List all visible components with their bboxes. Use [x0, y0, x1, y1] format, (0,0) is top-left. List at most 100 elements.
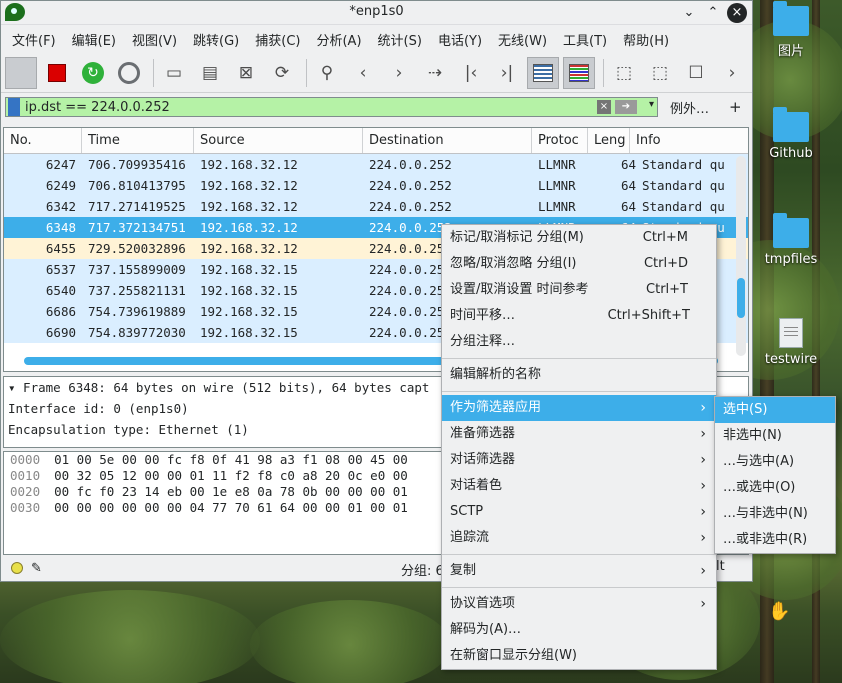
menu-item-prepare-filter[interactable]: 准备筛选器 ›	[442, 421, 716, 447]
submenu-item-selected[interactable]: 选中(S)	[715, 397, 835, 423]
submenu-item-and-selected[interactable]: …与选中(A)	[715, 449, 835, 475]
go-to-packet-button[interactable]: ⇢	[419, 57, 451, 89]
chevron-right-icon: ›	[700, 426, 706, 442]
expert-info-icon[interactable]	[11, 562, 23, 574]
column-time[interactable]: Time	[82, 128, 194, 153]
submenu-item-or-selected[interactable]: …或选中(O)	[715, 475, 835, 501]
menu-tools[interactable]: 工具(T)	[555, 30, 615, 49]
go-forward-button[interactable]: ›	[383, 57, 415, 89]
bytes-offset: 0030	[10, 500, 41, 515]
menu-wireless[interactable]: 无线(W)	[490, 30, 555, 49]
menu-analyze[interactable]: 分析(A)	[308, 30, 369, 49]
window-title: *enp1s0	[349, 4, 404, 19]
zoom-in-button[interactable]: ⬚	[608, 57, 640, 89]
first-packet-button[interactable]: |‹	[455, 57, 487, 89]
packet-list-vscroll[interactable]	[736, 156, 746, 356]
menu-telephony[interactable]: 电话(Y)	[430, 30, 490, 49]
capture-options-button[interactable]	[113, 57, 145, 89]
reload-file-button[interactable]: ⟳	[266, 57, 298, 89]
minimize-icon[interactable]: ⌄	[679, 3, 699, 23]
last-packet-button[interactable]: ›|	[491, 57, 523, 89]
desktop-icon-tmpfiles[interactable]: tmpfiles	[756, 213, 826, 267]
packet-cell-no: 6540	[45, 283, 76, 298]
chevron-right-icon: ›	[700, 452, 706, 468]
chevron-down-icon[interactable]: ▾	[649, 99, 654, 110]
column-destination[interactable]: Destination	[363, 128, 532, 153]
menu-item-packet-comment[interactable]: 分组注释…	[442, 329, 716, 355]
menu-item-show-in-new-window[interactable]: 在新窗口显示分组(W)	[442, 643, 716, 669]
menu-item-protocol-preferences[interactable]: 协议首选项 ›	[442, 591, 716, 617]
packet-cell-time: 706.810413795	[88, 178, 186, 193]
submenu-item-or-not-selected[interactable]: …或非选中(R)	[715, 527, 835, 553]
stop-capture-button[interactable]	[41, 57, 73, 89]
status-profile-text[interactable]: lt	[716, 559, 725, 574]
column-info[interactable]: Info	[630, 128, 740, 153]
menu-item-decode-as[interactable]: 解码为(A)…	[442, 617, 716, 643]
packet-cell-no: 6537	[45, 262, 76, 277]
normal-size-button[interactable]: ☐	[680, 57, 712, 89]
menu-item-conversation-filter[interactable]: 对话筛选器 ›	[442, 447, 716, 473]
desktop-icon-label: tmpfiles	[764, 252, 818, 267]
menu-capture[interactable]: 捕获(C)	[247, 30, 308, 49]
go-back-button[interactable]: ‹	[347, 57, 379, 89]
packet-row[interactable]: 6247 706.709935416 192.168.32.12 224.0.0.25…	[4, 154, 748, 175]
column-no[interactable]: No.	[4, 128, 82, 153]
chevron-right-icon: ›	[728, 62, 736, 83]
bytes-hex[interactable]: 00 32 05 12 00 00 01 11 f2 f8 c0 a8 20 0…	[54, 468, 408, 483]
desktop-icon-testwire[interactable]: testwire	[756, 318, 826, 367]
menu-view[interactable]: 视图(V)	[124, 30, 185, 49]
bytes-hex[interactable]: 01 00 5e 00 00 fc f8 0f 41 98 a3 f1 08 0…	[54, 452, 408, 467]
desktop-icon-github[interactable]: Github	[756, 107, 826, 161]
menu-item-edit-resolved-name[interactable]: 编辑解析的名称	[442, 362, 716, 388]
submenu-item-and-not-selected[interactable]: …与非选中(N)	[715, 501, 835, 527]
menu-go[interactable]: 跳转(G)	[185, 30, 247, 49]
menu-file[interactable]: 文件(F)	[4, 30, 64, 49]
packet-cell-info: Standard qu	[642, 157, 725, 172]
find-packet-button[interactable]: ⚲	[311, 57, 343, 89]
menu-item-copy[interactable]: 复制 ›	[442, 558, 716, 584]
menu-item-colorize-conversation[interactable]: 对话着色 ›	[442, 473, 716, 499]
filter-expression-button[interactable]: 例外…	[670, 98, 709, 117]
menu-help[interactable]: 帮助(H)	[615, 30, 677, 49]
bytes-hex[interactable]: 00 00 00 00 00 00 04 77 70 61 64 00 00 0…	[54, 500, 408, 515]
menu-item-apply-as-filter[interactable]: 作为筛选器应用 ›	[442, 395, 716, 421]
menu-item-follow-stream[interactable]: 追踪流 ›	[442, 525, 716, 551]
toolbar-divider	[306, 58, 307, 87]
column-length[interactable]: Leng	[588, 128, 630, 153]
save-file-button[interactable]: ▤	[194, 57, 226, 89]
column-source[interactable]: Source	[194, 128, 363, 153]
maximize-icon[interactable]: ⌃	[703, 3, 723, 23]
packet-cell-time: 706.709935416	[88, 157, 186, 172]
menu-statistics[interactable]: 统计(S)	[370, 30, 430, 49]
menu-item-ignore-packet[interactable]: 忽略/取消忽略 分组(I) Ctrl+D	[442, 251, 716, 277]
packet-cell-time: 737.255821131	[88, 283, 186, 298]
close-icon[interactable]: ×	[727, 3, 747, 23]
menu-item-mark-packet[interactable]: 标记/取消标记 分组(M) Ctrl+M	[442, 225, 716, 251]
submenu-item-not-selected[interactable]: 非选中(N)	[715, 423, 835, 449]
add-filter-button[interactable]: +	[729, 98, 742, 116]
capture-comment-icon[interactable]: ✎	[31, 561, 42, 576]
packet-row[interactable]: 6249 706.810413795 192.168.32.12 224.0.0.25…	[4, 175, 748, 196]
packet-row[interactable]: 6342 717.271419525 192.168.32.12 224.0.0.25…	[4, 196, 748, 217]
packet-context-menu: 标记/取消标记 分组(M) Ctrl+M 忽略/取消忽略 分组(I) Ctrl+D …	[441, 224, 717, 670]
menu-item-time-reference[interactable]: 设置/取消设置 时间参考 Ctrl+T	[442, 277, 716, 303]
menu-edit[interactable]: 编辑(E)	[64, 30, 124, 49]
bytes-hex[interactable]: 00 fc f0 23 14 eb 00 1e e8 0a 78 0b 00 0…	[54, 484, 408, 499]
colorize-button[interactable]	[563, 56, 595, 89]
zoom-out-button[interactable]: ⬚	[644, 57, 676, 89]
menu-item-time-shift[interactable]: 时间平移… Ctrl+Shift+T	[442, 303, 716, 329]
toolbar-overflow-button[interactable]: ›	[716, 57, 748, 89]
start-capture-button[interactable]	[5, 56, 37, 89]
packet-list-vscroll-thumb[interactable]	[737, 278, 745, 318]
open-file-button[interactable]: ▭	[158, 57, 190, 89]
close-file-button[interactable]: ⊠	[230, 57, 262, 89]
bookmark-icon[interactable]	[8, 98, 20, 116]
autoscroll-button[interactable]	[527, 56, 559, 89]
display-filter-input[interactable]	[22, 98, 582, 116]
column-protocol[interactable]: Protoc	[532, 128, 588, 153]
menu-item-sctp[interactable]: SCTP ›	[442, 499, 716, 525]
apply-filter-icon[interactable]: ➔	[615, 100, 637, 114]
clear-filter-icon[interactable]: ×	[597, 100, 611, 114]
restart-capture-button[interactable]: ↻	[77, 57, 109, 89]
desktop-icon-pictures[interactable]: 图片	[756, 1, 826, 59]
